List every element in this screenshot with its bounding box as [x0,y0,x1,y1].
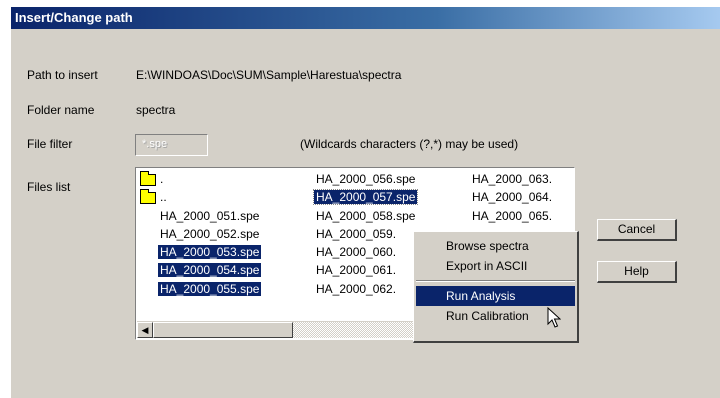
files-column-3: HA_2000_063. HA_2000_064. HA_2000_065. [470,170,554,225]
list-item-selected[interactable]: HA_2000_054.spe [140,261,262,279]
list-item[interactable]: HA_2000_065. [470,207,554,225]
path-value: E:\WINDOAS\Doc\SUM\Sample\Harestua\spect… [136,68,402,82]
list-item[interactable]: HA_2000_064. [470,188,554,206]
files-column-1: . .. HA_2000_051.spe HA_2000_052.spe HA_… [140,170,262,298]
files-column-2: HA_2000_056.spe HA_2000_057.spe HA_2000_… [312,170,419,298]
mouse-pointer-icon [547,307,561,328]
list-item[interactable]: HA_2000_061. [314,261,417,279]
list-item[interactable]: . [140,170,261,188]
list-item[interactable]: HA_2000_051.spe [140,207,261,225]
insert-change-path-dialog: Insert/Change path Path to insert E:\WIN… [10,6,720,398]
menu-item-run-analysis[interactable]: Run Analysis [416,286,575,306]
file-filter-label: File filter [27,137,73,151]
list-item[interactable]: HA_2000_059. [314,225,417,243]
folder-name-value: spectra [136,103,176,117]
menu-item-browse-spectra[interactable]: Browse spectra [416,236,575,256]
files-list-label: Files list [27,180,71,194]
path-label: Path to insert [27,68,98,82]
scrollbar-thumb[interactable] [153,322,293,338]
list-item-selected[interactable]: HA_2000_053.spe [140,243,262,261]
file-filter-input[interactable]: *.spe [135,134,208,156]
list-item[interactable]: HA_2000_060. [314,243,417,261]
folder-icon [140,189,156,205]
list-item[interactable]: HA_2000_052.spe [140,225,261,243]
list-item-selected[interactable]: HA_2000_055.spe [140,280,262,298]
list-item[interactable]: HA_2000_062. [314,280,417,298]
menu-item-export-ascii[interactable]: Export in ASCII [416,256,575,276]
list-item[interactable]: HA_2000_058.spe [314,207,417,225]
help-button[interactable]: Help [597,261,677,283]
scroll-left-button[interactable]: ◀ [137,322,153,338]
dialog-title: Insert/Change path [11,7,720,29]
list-item-selected[interactable]: HA_2000_057.spe [312,188,419,206]
list-item[interactable]: HA_2000_056.spe [314,170,417,188]
wildcards-hint: (Wildcards characters (?,*) may be used) [300,137,519,151]
horizontal-scrollbar[interactable]: ◀ [137,321,425,338]
menu-separator [416,280,575,282]
folder-name-label: Folder name [27,103,95,117]
list-item[interactable]: HA_2000_063. [470,170,554,188]
folder-icon [140,170,156,186]
list-item[interactable]: .. [140,188,261,206]
cancel-button[interactable]: Cancel [597,219,677,241]
